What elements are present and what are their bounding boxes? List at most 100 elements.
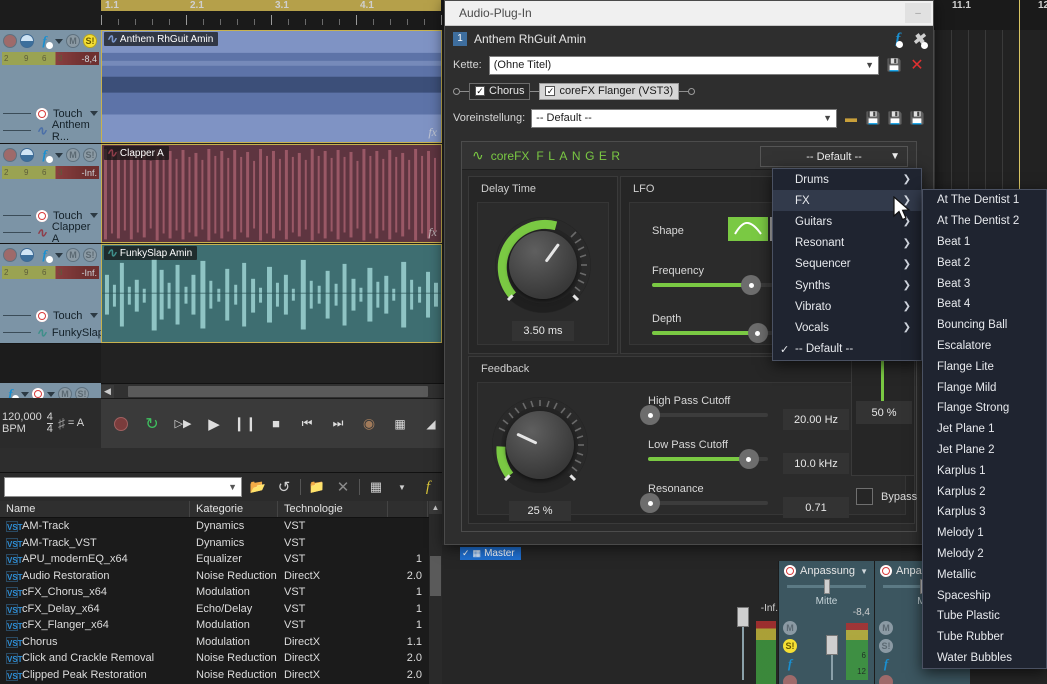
resonance-slider[interactable] — [640, 493, 768, 513]
fx-icon[interactable]: f — [879, 657, 893, 671]
clip-fx-icon[interactable]: fx — [428, 225, 437, 240]
submenu-item[interactable]: Karplus 3 — [923, 502, 1046, 523]
chevron-down-icon[interactable]: ▼ — [860, 567, 868, 576]
track-header[interactable]: f M S! 2 9 6 3 -Inf. Touch — [0, 244, 113, 344]
submenu-item[interactable]: Beat 1 — [923, 232, 1046, 253]
submenu-item[interactable]: Jet Plane 1 — [923, 419, 1046, 440]
fx-icon[interactable]: f — [37, 248, 53, 263]
plugin-window-titlebar[interactable]: Audio-Plug-In – — [445, 1, 933, 26]
monitor-icon[interactable]: M — [879, 621, 893, 635]
menu-item[interactable]: Guitars ❯ — [773, 211, 921, 232]
chevron-down-icon[interactable] — [90, 111, 98, 116]
time-signature[interactable]: 4 4 — [46, 411, 53, 435]
track-header[interactable]: f M S! 2 9 6 3 -Inf. Touch — [0, 144, 101, 245]
chevron-down-icon[interactable]: ▼ — [228, 482, 237, 492]
column-header-kategorie[interactable]: Kategorie — [190, 501, 278, 517]
corefx-preset-combo[interactable]: -- Default -- ▼ — [760, 146, 908, 167]
mute-icon[interactable] — [20, 34, 34, 48]
save-preset-icon[interactable]: 💾 — [865, 110, 881, 126]
delay-time-knob[interactable] — [495, 217, 591, 313]
menu-item[interactable]: Vibrato ❯ — [773, 296, 921, 317]
scroll-thumb[interactable] — [128, 385, 428, 397]
menu-item[interactable]: Resonant ❯ — [773, 233, 921, 254]
fx-icon[interactable]: f — [418, 477, 438, 497]
chain-chip-corefx-flanger[interactable]: ✓ coreFX Flanger (VST3) — [539, 82, 680, 100]
play-button[interactable]: ▶ — [204, 414, 224, 434]
save-chain-icon[interactable]: 💾 — [886, 57, 902, 73]
submenu-item[interactable]: Tube Plastic — [923, 606, 1046, 627]
minimize-button[interactable]: – — [905, 3, 931, 23]
pan-handle[interactable] — [823, 579, 830, 594]
vertical-scrollbar[interactable]: ▲ — [429, 501, 442, 684]
submenu-item[interactable]: Flange Mild — [923, 377, 1046, 398]
chevron-down-icon[interactable] — [47, 391, 55, 397]
feedback-value[interactable]: 25 % — [509, 501, 571, 521]
loop-button[interactable]: ↻ — [142, 414, 162, 434]
submenu-item[interactable]: Melody 1 — [923, 523, 1046, 544]
chevron-down-icon[interactable]: ▼ — [865, 60, 874, 70]
monitor-icon[interactable]: M — [66, 148, 80, 162]
play-from-button[interactable]: ▷▶ — [173, 414, 193, 434]
table-row[interactable]: VSTAPU_modernEQ_x64 Equalizer VST 1 — [0, 551, 442, 568]
submenu-item[interactable]: Melody 2 — [923, 544, 1046, 565]
submenu-item[interactable]: Escalatore — [923, 336, 1046, 357]
punch-button[interactable]: ◉ — [359, 414, 379, 434]
submenu-item[interactable]: Beat 4 — [923, 294, 1046, 315]
snap-button[interactable]: ◢ — [421, 414, 441, 434]
menu-item[interactable]: Drums ❯ — [773, 169, 921, 190]
pan-slider[interactable] — [787, 579, 866, 594]
table-row[interactable]: VSTAM-Track Dynamics VST — [0, 518, 442, 535]
audio-clip[interactable]: ∿ Clapper A fx — [101, 144, 442, 243]
fx-bypass-icon[interactable]: ✖ — [912, 30, 928, 49]
checkbox-icon[interactable]: ✓ — [545, 86, 556, 96]
checkbox-icon[interactable]: ✓ — [475, 86, 485, 96]
submenu-item[interactable]: Flange Strong — [923, 398, 1046, 419]
high-pass-value[interactable]: 20.00 Hz — [783, 409, 849, 430]
submenu-item[interactable]: Bouncing Ball — [923, 315, 1046, 336]
record-arm-icon[interactable] — [3, 34, 17, 48]
submenu-item[interactable]: Flange Lite — [923, 356, 1046, 377]
resonance-handle[interactable] — [640, 493, 660, 513]
key-signature[interactable]: ♯ = A — [58, 415, 84, 431]
chain-output-node[interactable] — [688, 87, 696, 95]
mixer-strip-header[interactable]: Anpassung ▼ — [779, 561, 874, 581]
view-dropdown-icon[interactable]: ▼ — [392, 477, 412, 497]
loop-region[interactable] — [101, 0, 441, 11]
master-tab[interactable]: ✓ ▦ Master — [460, 547, 521, 560]
record-button[interactable] — [111, 414, 131, 434]
pause-button[interactable]: ❙❙ — [233, 414, 256, 434]
submenu-item[interactable]: Metallic — [923, 564, 1046, 585]
mute-icon[interactable] — [20, 148, 34, 162]
chain-combo[interactable]: (Ohne Titel) ▼ — [488, 55, 879, 75]
mix-value[interactable]: 50 % — [856, 401, 912, 424]
fx-icon[interactable]: f — [783, 657, 797, 671]
depth-handle[interactable] — [747, 323, 768, 343]
bypass-checkbox[interactable] — [856, 488, 873, 505]
chevron-down-icon[interactable] — [55, 38, 63, 44]
menu-item[interactable]: Synths ❯ — [773, 275, 921, 296]
table-row[interactable]: VSTcFX_Flanger_x64 Modulation VST 1 — [0, 617, 442, 634]
metronome-button[interactable]: ▦ — [390, 414, 410, 434]
scroll-up-arrow[interactable]: ▲ — [429, 501, 442, 514]
save-as-preset-icon[interactable]: 💾 — [909, 110, 925, 126]
high-pass-slider[interactable] — [640, 405, 768, 425]
submenu-item[interactable]: Spaceship — [923, 585, 1046, 606]
record-arm-icon[interactable] — [879, 675, 893, 684]
table-row[interactable]: VSTcFX_Chorus_x64 Modulation VST 1 — [0, 584, 442, 601]
go-to-end-button[interactable]: ⏭ — [328, 414, 348, 434]
low-pass-value[interactable]: 10.0 kHz — [783, 453, 849, 474]
delay-time-value[interactable]: 3.50 ms — [512, 321, 574, 341]
open-preset-icon[interactable]: ▬ — [843, 110, 859, 126]
solo-icon[interactable]: S! — [83, 248, 97, 262]
record-arm-icon[interactable] — [783, 675, 797, 684]
low-pass-slider[interactable] — [648, 449, 768, 469]
add-preset-icon[interactable]: 💾 — [887, 110, 903, 126]
chain-chip-chorus[interactable]: ✓ Chorus — [469, 82, 531, 100]
resonance-value[interactable]: 0.71 — [783, 497, 849, 518]
solo-icon[interactable]: S! — [879, 639, 893, 653]
add-folder-icon[interactable]: 📁 — [307, 477, 327, 497]
preset-combo[interactable]: -- Default -- ▼ — [531, 108, 837, 128]
menu-item[interactable]: Sequencer ❯ — [773, 254, 921, 275]
scroll-thumb[interactable] — [430, 556, 441, 596]
mixer-strip-left[interactable]: -Inf. — [708, 561, 778, 684]
